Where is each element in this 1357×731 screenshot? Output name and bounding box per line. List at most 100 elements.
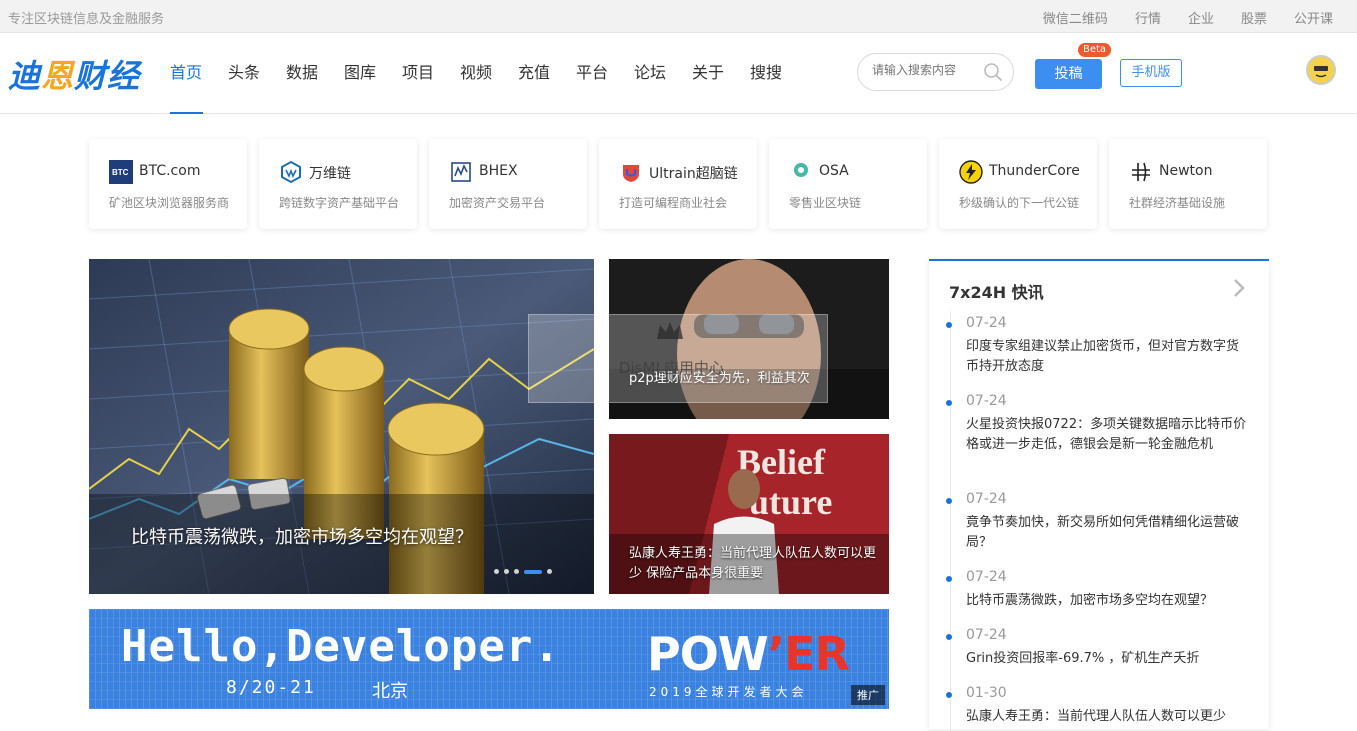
flash-news-panel: 7x24H 快讯 07-24 印度专家组建议禁止加密货币，但对官方数字货币持开放… <box>929 259 1269 731</box>
partner-name: Ultrain超脑链 <box>649 166 738 182</box>
bhex-logo-icon <box>451 162 471 182</box>
partner-card[interactable]: ThunderCore 秒级确认的下一代公链 <box>939 139 1097 229</box>
carousel-dot[interactable] <box>494 569 499 574</box>
partner-desc: 打造可编程商业社会 <box>619 196 728 210</box>
top-bar: 专注区块链信息及金融服务 微信二维码 行情 企业 股票 公开课 <box>0 0 1357 33</box>
partner-card[interactable]: 万维链 跨链数字资产基础平台 <box>259 139 417 229</box>
timeline-dot <box>945 399 953 407</box>
news-text: 弘康人寿王勇：当前代理人队伍人数可以更少 <box>966 709 1227 724</box>
timeline-dot <box>945 497 953 505</box>
ad-tag: 推广 <box>851 685 885 705</box>
search-input[interactable] <box>872 63 982 77</box>
newton-logo-icon <box>1132 162 1150 182</box>
timeline-dot <box>945 575 953 583</box>
news-card[interactable]: Belief uture 弘康人寿王勇：当前代理人队伍人数可以更少 保险产品本身… <box>609 434 889 594</box>
avatar[interactable] <box>1306 55 1336 85</box>
watermark-overlay: DisML应用中心 <box>528 314 828 403</box>
carousel-dot[interactable] <box>504 569 509 574</box>
partner-desc: 加密资产交易平台 <box>449 196 546 210</box>
developer-conference-banner[interactable]: Hello,Developer. 8/20-21 北京 POW’ER 2019全… <box>89 609 889 709</box>
nav-item-video[interactable]: 视频 <box>460 33 518 114</box>
top-links: 微信二维码 行情 企业 股票 公开课 <box>1043 8 1333 27</box>
card-caption: 弘康人寿王勇：当前代理人队伍人数可以更少 保险产品本身很重要 <box>629 546 877 581</box>
partner-desc: 零售业区块链 <box>789 196 862 210</box>
nav-item-forum[interactable]: 论坛 <box>634 33 692 114</box>
carousel-dot[interactable] <box>514 569 519 574</box>
nav-item-home[interactable]: 首页 <box>170 33 228 114</box>
market-link[interactable]: 行情 <box>1135 8 1161 27</box>
timeline-dot <box>945 633 953 641</box>
carousel-dot[interactable] <box>547 569 552 574</box>
logo-text-part: 迪 <box>8 57 42 95</box>
stock-link[interactable]: 股票 <box>1241 8 1267 27</box>
enterprise-link[interactable]: 企业 <box>1188 8 1214 27</box>
nav-item-headlines[interactable]: 头条 <box>228 33 286 114</box>
news-text: 竟争节奏加快，新交易所如何凭借精细化运营破局？ <box>966 515 1240 550</box>
carousel-dots <box>494 569 552 574</box>
partner-desc: 跨链数字资产基础平台 <box>279 196 400 210</box>
brand-apostrophe: ’ <box>767 627 786 681</box>
timeline-dot <box>945 691 953 699</box>
banner-headline: Hello,Developer. <box>121 621 561 672</box>
news-text: Grin投资回报率-69.7% ，矿机生产夭折 <box>966 651 1200 666</box>
osa-logo-icon <box>794 163 808 177</box>
nav-item-gallery[interactable]: 图库 <box>344 33 402 114</box>
nav-item-recharge[interactable]: 充值 <box>518 33 576 114</box>
site-logo[interactable]: 迪恩财经 <box>8 51 140 97</box>
carousel-dot-active[interactable] <box>524 569 542 574</box>
news-date: 07-24 <box>966 315 1007 331</box>
banner-city: 北京 <box>372 681 408 702</box>
nav-item-platform[interactable]: 平台 <box>576 33 634 114</box>
wechat-qr-link[interactable]: 微信二维码 <box>1043 8 1108 27</box>
news-text: 比特币震荡微跌，加密市场多空均在观望？ <box>966 593 1214 608</box>
thundercore-logo-icon <box>959 160 983 184</box>
news-text: 印度专家组建议禁止加密货币，但对官方数字货币持开放态度 <box>966 339 1240 374</box>
flash-news-title: 7x24H 快讯 <box>949 283 1044 302</box>
site-slogan: 专注区块链信息及金融服务 <box>8 12 165 27</box>
svg-text:BTC: BTC <box>112 168 129 177</box>
crown-icon <box>657 322 683 339</box>
partner-name: Newton <box>1159 163 1213 179</box>
banner-brand: POW’ER <box>647 627 850 681</box>
nav-item-search[interactable]: 搜搜 <box>750 33 808 114</box>
nav-item-about[interactable]: 关于 <box>692 33 750 114</box>
wanchain-logo-icon <box>281 160 301 184</box>
news-date: 07-24 <box>966 491 1007 507</box>
submit-article-button[interactable]: 投稿 <box>1035 59 1102 89</box>
partner-card[interactable]: Newton 社群经济基础设施 <box>1109 139 1267 229</box>
site-header: 迪恩财经 首页 头条 数据 图库 项目 视频 充值 平台 论坛 关于 搜搜 投稿… <box>0 33 1357 114</box>
search-box <box>857 53 1014 91</box>
avatar-face-icon <box>1309 58 1333 82</box>
hero-carousel[interactable]: 比特币震荡微跌，加密市场多空均在观望？ <box>89 259 594 594</box>
ultrain-logo-icon <box>623 165 639 182</box>
partner-desc: 社群经济基础设施 <box>1129 196 1226 210</box>
open-course-link[interactable]: 公开课 <box>1294 8 1333 27</box>
nav-item-data[interactable]: 数据 <box>286 33 344 114</box>
brand-pre: POW <box>647 627 769 681</box>
logo-accent-text: 恩 <box>41 57 75 95</box>
beta-badge: Beta <box>1078 43 1112 57</box>
partner-card[interactable]: Ultrain超脑链 打造可编程商业社会 <box>599 139 757 229</box>
partner-card[interactable]: OSA 零售业区块链 <box>769 139 927 229</box>
carousel-caption: 比特币震荡微跌，加密市场多空均在观望？ <box>131 527 473 548</box>
brand-post: ER <box>784 627 850 681</box>
search-icon[interactable] <box>983 62 1003 82</box>
partner-name: ThunderCore <box>989 163 1080 179</box>
partner-name: 万维链 <box>309 166 351 182</box>
chevron-right-icon[interactable] <box>1229 277 1249 299</box>
news-date: 01-30 <box>966 685 1007 701</box>
btc-logo-icon: BTC <box>109 160 133 184</box>
partner-row: BTC BTC.com 矿池区块浏览器服务商 万维链 跨链数字资产基础平台 BH… <box>89 139 1267 229</box>
partner-desc: 矿池区块浏览器服务商 <box>109 196 230 210</box>
partner-card[interactable]: BTC BTC.com 矿池区块浏览器服务商 <box>89 139 247 229</box>
news-date: 07-24 <box>966 627 1007 643</box>
partner-name: BTC.com <box>139 163 201 179</box>
main-nav: 首页 头条 数据 图库 项目 视频 充值 平台 论坛 关于 搜搜 <box>170 33 808 114</box>
partner-card[interactable]: BHEX 加密资产交易平台 <box>429 139 587 229</box>
mobile-version-button[interactable]: 手机版 <box>1120 59 1182 87</box>
nav-item-projects[interactable]: 项目 <box>402 33 460 114</box>
timeline-dot <box>945 321 953 329</box>
partner-name: OSA <box>819 163 849 179</box>
partner-name: BHEX <box>479 163 518 179</box>
news-date: 07-24 <box>966 393 1007 409</box>
